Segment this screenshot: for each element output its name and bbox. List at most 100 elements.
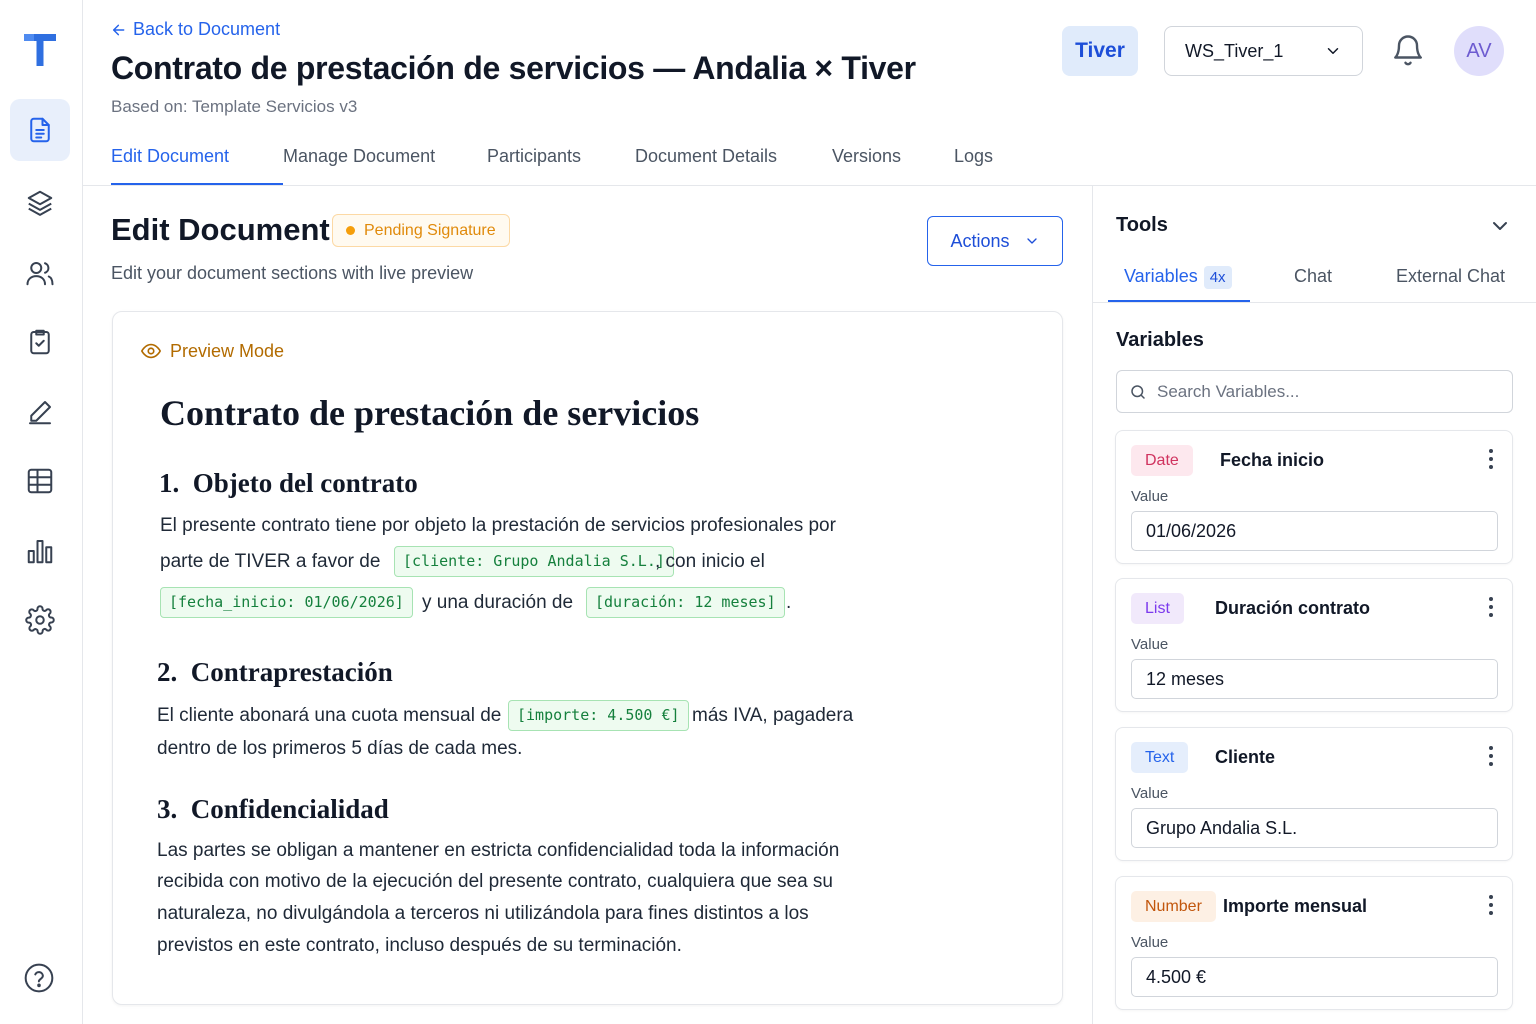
clipboard-check-icon	[30, 329, 50, 355]
status-text: Pending Signature	[364, 221, 496, 239]
tab-versions[interactable]: Versions	[832, 146, 954, 186]
variable-card[interactable]: Text Cliente Value Grupo Andalia S.L.	[1115, 727, 1513, 861]
value-label: Value	[1131, 934, 1169, 951]
document-icon	[30, 117, 50, 143]
search-placeholder: Search Variables...	[1157, 381, 1300, 401]
template-source: Based on: Template Servicios v3	[111, 97, 358, 116]
sidebar-item-signatures[interactable]	[10, 381, 70, 443]
gear-icon	[25, 605, 55, 635]
sidebar-item-users[interactable]	[10, 242, 70, 304]
tab-chat[interactable]: Chat	[1294, 266, 1332, 287]
sidebar-item-settings[interactable]	[10, 589, 70, 651]
variable-name: Importe mensual	[1223, 896, 1368, 916]
more-options-icon[interactable]	[1488, 595, 1494, 619]
value-label: Value	[1131, 488, 1169, 505]
paragraph-line: recibida con motivo de la ejecución del …	[157, 871, 833, 892]
actions-label: Actions	[950, 230, 1010, 251]
eye-icon	[141, 343, 161, 359]
paragraph-line: .	[786, 592, 792, 613]
actions-button[interactable]: Actions	[927, 216, 1063, 266]
preview-mode-label: Preview Mode	[140, 340, 284, 362]
variable-value-input[interactable]: 12 meses	[1131, 659, 1498, 699]
sidebar-item-analytics[interactable]	[10, 520, 70, 582]
workspace-value: WS_Tiver_1	[1185, 40, 1284, 61]
paragraph-line: dentro de los primeros 5 días de cada me…	[157, 738, 523, 759]
search-variables-input[interactable]: Search Variables...	[1116, 370, 1513, 413]
variable-card[interactable]: List Duración contrato Value 12 meses	[1115, 578, 1513, 712]
sidebar-item-templates[interactable]	[10, 172, 70, 234]
type-tag-number: Number	[1131, 891, 1216, 922]
variable-card[interactable]: Date Fecha inicio Value 01/06/2026	[1115, 430, 1513, 564]
back-label: Back to Document	[133, 19, 281, 39]
chevron-down-icon	[1327, 48, 1339, 54]
paragraph-line: más IVA, pagadera	[692, 705, 854, 726]
more-options-icon[interactable]	[1488, 744, 1494, 768]
sidebar-item-documents[interactable]	[10, 99, 70, 161]
section-heading-3: 3. Confidencialidad	[157, 794, 389, 824]
paragraph-line: El presente contrato tiene por objeto la…	[160, 515, 836, 536]
variables-count-badge: 4x	[1203, 266, 1232, 289]
tab-document-details[interactable]: Document Details	[635, 146, 832, 186]
paragraph-line: El cliente abonará una cuota mensual de	[157, 705, 502, 726]
variable-chip-importe[interactable]: [importe: 4.500 €]	[508, 700, 689, 731]
page-title: Contrato de prestación de servicios — An…	[111, 50, 916, 86]
variable-name: Fecha inicio	[1220, 450, 1325, 470]
paragraph-line: , con inicio el	[655, 551, 765, 572]
chevron-down-icon	[1026, 238, 1037, 244]
layers-icon	[27, 190, 53, 216]
variable-value-input[interactable]: 01/06/2026	[1131, 511, 1498, 551]
paragraph-line: previstos en este contrato, incluso desp…	[157, 935, 682, 956]
more-options-icon[interactable]	[1488, 447, 1494, 471]
variables-heading: Variables	[1116, 329, 1204, 351]
status-badge: Pending Signature	[332, 214, 510, 247]
search-icon	[1131, 384, 1145, 399]
variable-name: Duración contrato	[1215, 598, 1371, 618]
document-tabs: Edit Document Manage Document Participan…	[111, 146, 1014, 186]
workspace-select[interactable]: WS_Tiver_1	[1164, 26, 1363, 76]
table-icon	[27, 468, 53, 494]
value-label: Value	[1131, 785, 1169, 802]
section-heading-1: 1. Objeto del contrato	[159, 468, 418, 498]
users-icon	[26, 262, 54, 286]
divider	[1093, 302, 1536, 303]
variable-chip-duracion[interactable]: [duración: 12 meses]	[586, 587, 785, 618]
help-icon[interactable]	[23, 962, 55, 994]
section-subtitle: Edit your document sections with live pr…	[111, 263, 474, 283]
tab-logs[interactable]: Logs	[954, 146, 1014, 186]
more-options-icon[interactable]	[1488, 893, 1494, 917]
tab-edit-document[interactable]: Edit Document	[111, 146, 283, 186]
tab-variables[interactable]: Variables 4x	[1124, 266, 1232, 289]
tab-external-chat[interactable]: External Chat	[1396, 266, 1505, 287]
section-heading-2: 2. Contraprestación	[157, 657, 393, 687]
value-label: Value	[1131, 636, 1169, 653]
status-dot	[346, 226, 355, 235]
tools-title: Tools	[1116, 214, 1168, 236]
org-badge[interactable]: Tiver	[1062, 26, 1138, 76]
variable-value-input[interactable]: Grupo Andalia S.L.	[1131, 808, 1498, 848]
pen-icon	[29, 401, 51, 425]
sidebar-item-tasks[interactable]	[10, 311, 70, 373]
back-to-document-link[interactable]: Back to Document	[111, 19, 280, 40]
sidebar-item-tables[interactable]	[10, 450, 70, 512]
variable-card[interactable]: Number Importe mensual Value 4.500 €	[1115, 876, 1513, 1010]
paragraph-line: parte de TIVER a favor de	[160, 551, 381, 572]
variable-chip-cliente[interactable]: [cliente: Grupo Andalia S.L.]	[394, 546, 674, 577]
type-tag-date: Date	[1131, 445, 1193, 476]
tab-participants[interactable]: Participants	[487, 146, 635, 186]
section-title: Edit Document	[111, 212, 330, 247]
chevron-down-icon[interactable]	[1488, 214, 1512, 238]
variable-chip-fecha-inicio[interactable]: [fecha_inicio: 01/06/2026]	[160, 587, 413, 618]
paragraph-line: naturaleza, no divulgándola a terceros n…	[157, 903, 809, 924]
document-heading: Contrato de prestación de servicios	[160, 393, 700, 433]
app-logo-icon[interactable]	[22, 30, 58, 68]
paragraph-line: y una duración de	[422, 592, 574, 613]
arrow-left-icon	[112, 24, 125, 35]
type-tag-text: Text	[1131, 742, 1189, 773]
avatar[interactable]: AV	[1454, 26, 1504, 76]
preview-mode-text: Preview Mode	[170, 340, 285, 361]
variable-value-input[interactable]: 4.500 €	[1131, 957, 1498, 997]
tab-manage-document[interactable]: Manage Document	[283, 146, 487, 186]
tab-variables-label: Variables	[1124, 266, 1198, 286]
bell-icon[interactable]	[1390, 32, 1426, 68]
paragraph-line: Las partes se obligan a mantener en estr…	[157, 840, 840, 861]
